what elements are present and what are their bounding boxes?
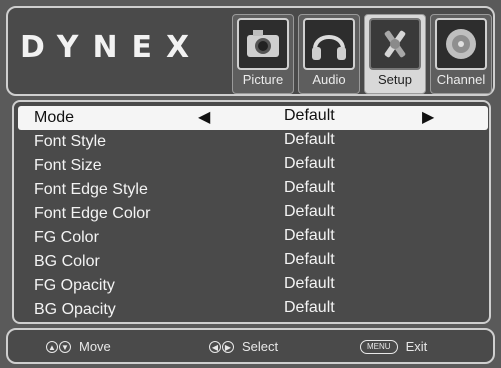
setting-value: Default (284, 179, 335, 196)
setting-row-font-style[interactable]: Font Style Default (18, 130, 488, 154)
setting-label: Font Edge Color (34, 205, 151, 222)
setting-value: Default (284, 203, 335, 220)
setting-value: Default (284, 107, 335, 124)
setting-row-font-edge-color[interactable]: Font Edge Color Default (18, 202, 488, 226)
setting-label: FG Color (34, 229, 99, 246)
menu-tabs: Picture Audio Setup Channel (232, 14, 492, 94)
brand-logo: DYNEX (20, 30, 204, 65)
menu-key-icon: MENU (360, 339, 398, 354)
setting-row-bg-opacity[interactable]: BG Opacity Default (18, 298, 488, 322)
setting-value: Default (284, 275, 335, 292)
setting-label: Mode (34, 109, 75, 126)
setting-row-fg-color[interactable]: FG Color Default (18, 226, 488, 250)
setting-label: Font Style (34, 133, 107, 150)
setting-label: BG Color (34, 253, 100, 270)
tab-audio[interactable]: Audio (298, 14, 360, 94)
hint-label: Select (242, 339, 279, 354)
setting-row-font-edge-style[interactable]: Font Edge Style Default (18, 178, 488, 202)
headphones-icon (303, 18, 355, 70)
tab-channel[interactable]: Channel (430, 14, 492, 94)
right-arrow-icon[interactable]: ▶ (422, 107, 434, 127)
hint-label: Exit (405, 339, 428, 354)
tab-label: Picture (242, 72, 284, 87)
setting-value: Default (284, 251, 335, 268)
tab-setup[interactable]: Setup (364, 14, 426, 94)
tab-label: Channel (436, 72, 486, 87)
left-arrow-icon[interactable]: ◀ (198, 107, 210, 127)
setting-value: Default (284, 227, 335, 244)
setting-label: BG Opacity (34, 301, 116, 318)
setting-value: Default (284, 131, 335, 148)
tab-picture[interactable]: Picture (232, 14, 294, 94)
setting-label: Font Size (34, 157, 102, 174)
tab-label: Setup (378, 72, 412, 87)
hint-bar-content: ▲ ▼ Move ◀ ▶ Select MENU Exit (6, 328, 495, 364)
setting-value: Default (284, 155, 335, 172)
setting-row-mode[interactable]: Mode ◀ Default ▶ (18, 106, 488, 130)
setting-label: Font Edge Style (34, 181, 148, 198)
settings-list: Mode ◀ Default ▶ Font Style Default Font… (18, 106, 488, 322)
setting-value: Default (284, 299, 335, 316)
hint-move: ▲ ▼ Move (46, 339, 111, 354)
left-right-arrows-icon: ◀ ▶ (209, 340, 234, 353)
up-down-arrows-icon: ▲ ▼ (46, 340, 71, 353)
setting-row-bg-color[interactable]: BG Color Default (18, 250, 488, 274)
hint-select: ◀ ▶ Select (209, 339, 278, 354)
tab-label: Audio (312, 72, 346, 87)
hint-label: Move (79, 339, 111, 354)
hint-exit: MENU Exit (360, 339, 427, 354)
camera-icon (237, 18, 289, 70)
setting-label: FG Opacity (34, 277, 115, 294)
satellite-dish-icon (435, 18, 487, 70)
tools-icon (369, 18, 421, 70)
tv-osd-frame: DYNEX Picture Audio Setup Channel Mode ◀… (0, 0, 501, 368)
setting-row-fg-opacity[interactable]: FG Opacity Default (18, 274, 488, 298)
setting-row-font-size[interactable]: Font Size Default (18, 154, 488, 178)
